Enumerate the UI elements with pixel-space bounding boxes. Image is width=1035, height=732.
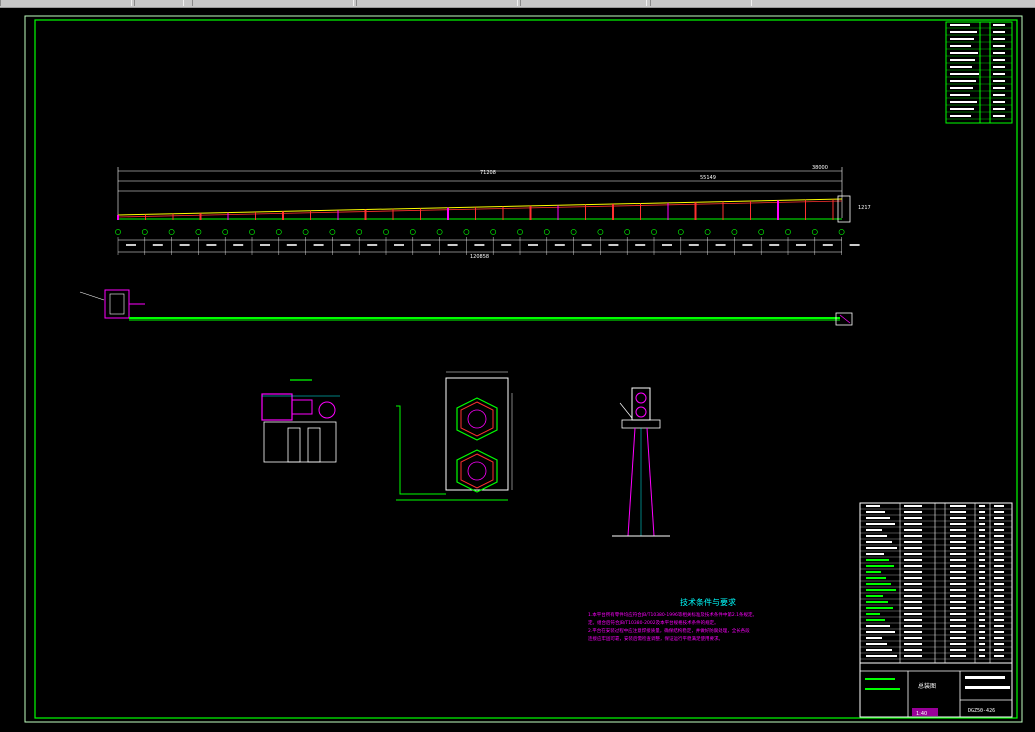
cross-section-view	[396, 371, 513, 501]
right-dimension-label: 38000	[812, 165, 828, 171]
sheet-outer-frame	[24, 15, 1023, 723]
title-block: 总装图 DGZ50-426 1:40	[859, 502, 1013, 718]
revision-table	[945, 21, 1013, 124]
drawing-canvas[interactable]: 71208 55149 38000 1217 120858 技术条件与要求 1.…	[0, 8, 1035, 732]
toolbar-segment[interactable]	[520, 0, 647, 6]
notes-line-3: 2.平台在安装过程中应注意焊接质量，确保结构稳定，并做好防腐处理，全长各段	[588, 627, 750, 634]
cad-viewport[interactable]: 71208 55149 38000 1217 120858 技术条件与要求 1.…	[0, 8, 1035, 732]
scale-label: 1:40	[916, 711, 927, 717]
notes-title: 技术条件与要求	[680, 597, 736, 607]
toolbar-segment[interactable]	[134, 0, 184, 6]
notes-line-4: 连接应牢固可靠，安装后需检查调整，保证运行平稳满足使用要求。	[588, 635, 723, 642]
toolbar-segment[interactable]	[192, 0, 354, 6]
technical-notes: 技术条件与要求 1.本平台所有零件均应符合JB/T10380-1996等相关标准…	[588, 597, 757, 642]
top-dimension-label-2: 55149	[700, 175, 716, 181]
toolbar-strip	[0, 0, 1035, 8]
notes-line-1: 1.本平台所有零件均应符合JB/T10380-1996等相关标准及技术条件中第2…	[588, 611, 757, 618]
height-dimension-label: 1217	[858, 205, 871, 211]
elevation-view: 71208 55149 38000 1217 120858	[115, 165, 871, 260]
toolbar-segment[interactable]	[0, 0, 132, 6]
plan-view	[79, 289, 853, 326]
top-dimension-label: 71208	[480, 170, 496, 176]
toolbar-segment[interactable]	[356, 0, 518, 6]
drive-unit-view	[261, 379, 340, 463]
overall-dimension-label: 120858	[470, 254, 489, 260]
notes-line-2: 定。组合后符合JB/T10380-2002及本平台规格技术条件的规定。	[588, 619, 719, 626]
tower-side-view	[612, 387, 670, 537]
toolbar-segment[interactable]	[650, 0, 752, 6]
title-block-name: 总装图	[918, 682, 936, 690]
drawing-number: DGZ50-426	[968, 708, 995, 714]
